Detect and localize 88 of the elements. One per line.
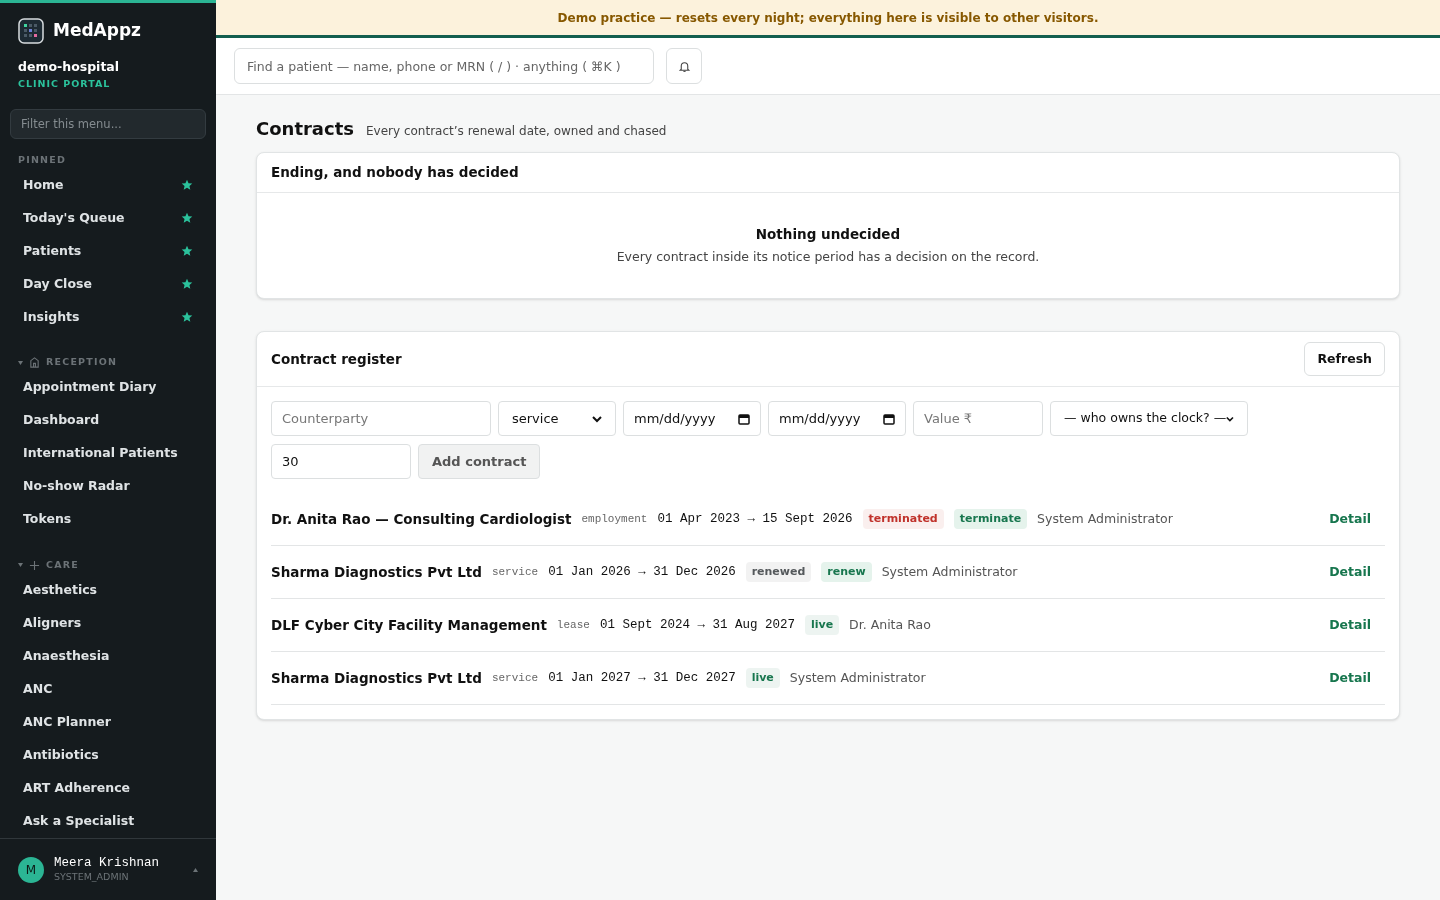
caret-icon[interactable] [18,360,23,365]
org-name: demo-hospital [18,58,121,76]
section-label: CARE [46,558,79,573]
page-subtitle: Every contract’s renewal date, owned and chased [366,123,667,140]
building-icon [29,357,40,368]
add-contract-button[interactable]: Add contract [418,444,541,479]
user-avatar: M [18,856,44,883]
notice-days-field[interactable]: 30 [271,444,411,479]
star-icon[interactable] [181,179,193,192]
sidebar-item[interactable]: Antibiotics [10,739,206,772]
counterparty-field[interactable]: Counterparty [271,401,491,436]
decision-badge: terminate [953,508,1028,530]
sidebar-item[interactable]: Appointment Diary [10,371,206,405]
portal-label: CLINIC PORTAL [18,76,112,91]
owner-name: System Administrator [1037,509,1173,528]
contract-dates: 01 Apr 2023 → 15 Sept 2026 [657,510,853,528]
calendar-icon [738,412,750,425]
demo-banner: Demo practice — resets every night; everything here is visible to other visitors. [216,0,1440,38]
owner-name: Dr. Anita Rao [849,615,931,634]
decision-badge: renew [821,561,872,583]
owner-name: System Administrator [789,668,926,687]
type-select[interactable]: service [498,401,616,436]
contract-dates: 01 Jan 2027 → 31 Dec 2027 [548,669,736,687]
calendar-icon [883,412,895,425]
sidebar-item[interactable]: Dashboard [10,404,206,438]
sidebar-item[interactable]: No-show Radar [10,470,206,504]
caret-icon[interactable] [18,563,23,568]
owner-select[interactable]: — who owns the clock? — [1050,401,1248,436]
status-badge: live [745,667,780,689]
section-label: PINNED [18,152,66,167]
contract-type: lease [556,617,590,633]
empty-state-text: Every contract inside its notice period has a decision on the record. [616,248,1040,267]
detail-link[interactable]: Detail [1329,509,1371,529]
sidebar-item[interactable]: Home [10,168,206,202]
owner-name: System Administrator [881,562,1018,581]
sidebar-item[interactable]: Aesthetics [10,574,206,607]
contract-name: Sharma Diagnostics Pvt Ltd [271,562,482,582]
sidebar-item[interactable]: Ask a Specialist [10,805,206,838]
star-icon[interactable] [181,212,193,225]
sidebar-item[interactable]: ART Adherence [10,772,206,805]
detail-link[interactable]: Detail [1329,562,1371,582]
sidebar-item[interactable]: Patients [10,234,206,268]
logo-icon [18,18,44,44]
contract-dates: 01 Jan 2026 → 31 Dec 2026 [548,563,736,581]
user-name: Meera Krishnan [54,856,161,871]
sidebar-item[interactable]: ANC [10,673,206,706]
sidebar-item[interactable]: International Patients [10,437,206,471]
contract-type: service [491,564,539,580]
refresh-button[interactable]: Refresh [1304,342,1385,376]
contract-type: employment [581,511,648,527]
user-role: SYSTEM_ADMIN [54,871,130,883]
card-title: Ending, and nobody has decided [271,163,519,183]
sidebar-item[interactable]: Insights [10,300,206,334]
contract-name: Dr. Anita Rao — Consulting Cardiologist [271,509,572,529]
status-badge: terminated [862,508,944,530]
contract-type: service [491,670,539,686]
sidebar-item[interactable]: ANC Planner [10,706,206,739]
notification-button[interactable] [666,48,702,84]
bell-icon [677,59,691,73]
detail-link[interactable]: Detail [1329,615,1371,635]
brand-name: MedAppz [53,19,141,43]
star-icon[interactable] [181,245,193,258]
star-icon[interactable] [181,311,193,324]
caret-icon[interactable] [193,867,198,872]
chevron-down-icon [1226,414,1234,423]
sidebar-item[interactable]: Tokens [10,503,206,537]
sidebar-item[interactable]: Today's Queue [10,201,206,235]
start-date-field[interactable]: mm/dd/yyyy [623,401,761,436]
plus-icon [29,559,40,571]
contract-dates: 01 Sept 2024 → 31 Aug 2027 [599,616,795,634]
contract-name: DLF Cyber City Facility Management [271,615,547,635]
search-field[interactable]: Find a patient — name, phone or MRN ( / ) · anything ( ⌘K ) [234,48,654,84]
sidebar-item[interactable]: Day Close [10,267,206,301]
sidebar-item[interactable]: Anaesthesia [10,640,206,673]
star-icon[interactable] [181,278,193,291]
sidebar-item[interactable]: Aligners [10,607,206,640]
section-label: RECEPTION [46,355,118,370]
card-title: Contract register [271,349,402,369]
contract-name: Sharma Diagnostics Pvt Ltd [271,668,482,688]
value-field[interactable]: Value ₹ [913,401,1043,436]
empty-state-title: Nothing undecided [755,225,901,244]
status-badge: renewed [745,561,812,583]
page-title: Contracts [256,117,354,141]
chevron-down-icon [592,414,602,423]
status-badge: live [804,614,840,636]
detail-link[interactable]: Detail [1329,668,1371,688]
menu-filter-field[interactable]: Filter this menu... [10,109,206,139]
end-date-field[interactable]: mm/dd/yyyy [768,401,906,436]
